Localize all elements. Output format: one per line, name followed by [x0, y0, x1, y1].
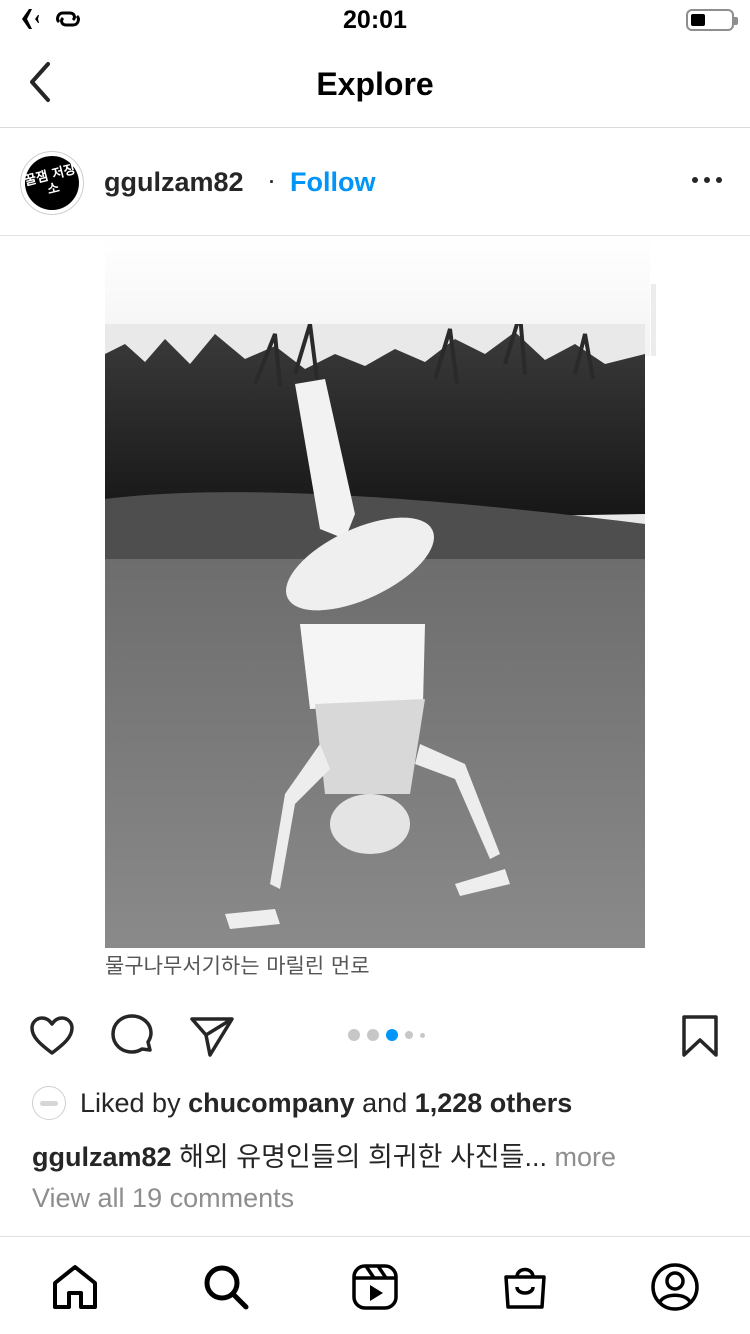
carousel-dot-active	[386, 1029, 398, 1041]
carousel-indicator	[348, 1029, 425, 1041]
nav-header: Explore	[0, 40, 750, 128]
image-edge	[651, 284, 656, 356]
status-time: 20:01	[343, 6, 407, 34]
caption-more-link[interactable]: more	[555, 1142, 617, 1172]
separator-dot: ·	[267, 165, 276, 195]
bookmark-icon[interactable]	[676, 1012, 724, 1060]
shop-icon[interactable]	[499, 1261, 551, 1313]
liker-avatar	[32, 1086, 66, 1120]
page-title: Explore	[316, 66, 434, 102]
caption-text: 해외 유명인들의 희귀한 사진들...	[179, 1142, 547, 1172]
carousel-dot	[405, 1031, 413, 1039]
carousel-dot	[420, 1032, 425, 1038]
post-media[interactable]: 물구나무서기하는 마릴린 먼로	[0, 236, 750, 996]
tab-bar	[0, 1236, 750, 1334]
post-header: 꿀잼 저장소 ggulzam82 · Follow	[0, 129, 750, 236]
caption-username[interactable]: ggulzam82	[32, 1142, 172, 1172]
avatar-logo: 꿀잼 저장소	[19, 150, 85, 216]
post-photo	[105, 324, 645, 948]
action-bar	[0, 1000, 750, 1070]
likes-prefix: Liked by	[80, 1087, 181, 1118]
likes-count[interactable]: 1,228 others	[415, 1088, 573, 1119]
carousel-dot	[367, 1029, 379, 1041]
avatar[interactable]: 꿀잼 저장소	[19, 150, 85, 216]
follow-button[interactable]: Follow	[290, 167, 375, 198]
send-icon[interactable]	[188, 1012, 236, 1060]
post-username[interactable]: ggulzam82	[104, 167, 244, 198]
comment-icon[interactable]	[108, 1012, 156, 1060]
carousel-dot	[348, 1029, 360, 1041]
home-icon[interactable]	[49, 1261, 101, 1313]
likes-row[interactable]: Liked by chucompany and 1,228 others	[32, 1085, 572, 1121]
view-comments-link[interactable]: View all 19 comments	[32, 1183, 294, 1214]
battery-icon	[686, 9, 738, 31]
image-caption: 물구나무서기하는 마릴린 먼로	[105, 954, 370, 978]
likes-user[interactable]: chucompany	[188, 1088, 355, 1119]
heart-icon[interactable]	[28, 1012, 76, 1060]
reels-icon[interactable]	[349, 1261, 401, 1313]
post-caption: ggulzam82 해외 유명인들의 희귀한 사진들... more	[32, 1135, 616, 1174]
more-horizontal-icon[interactable]	[692, 177, 722, 183]
likes-conjunction: and	[362, 1087, 408, 1118]
status-bar: 20:01	[0, 0, 750, 40]
search-icon[interactable]	[200, 1261, 252, 1313]
profile-icon[interactable]	[649, 1261, 701, 1313]
